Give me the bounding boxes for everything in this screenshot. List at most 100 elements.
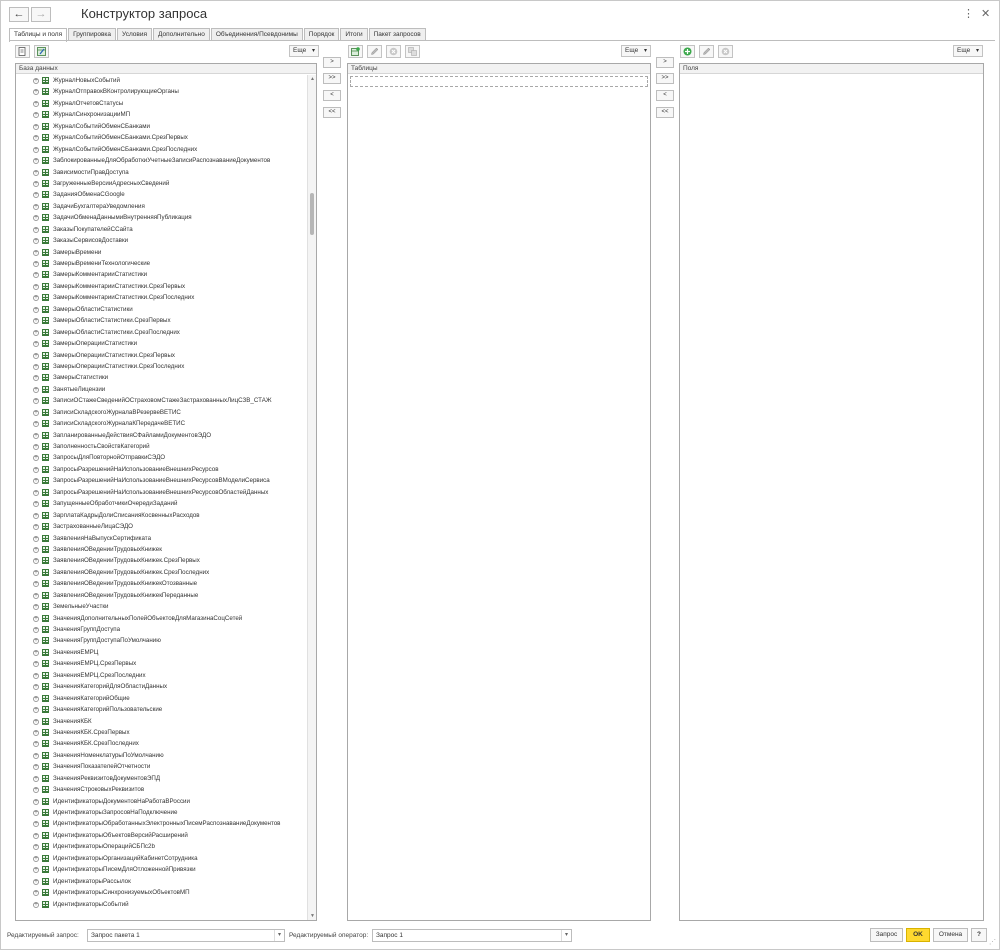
expand-icon[interactable]: + [33,775,39,782]
back-button[interactable]: ← [9,7,29,22]
expand-icon[interactable]: + [33,718,39,725]
tree-row[interactable]: + ЗамерыОбластиСтатистики.СрезПоследних [16,327,306,338]
expand-icon[interactable]: + [33,512,39,519]
close-icon[interactable]: ✕ [981,8,990,20]
expand-icon[interactable]: + [33,203,39,210]
chevron-down-icon[interactable]: ▾ [561,930,571,941]
tree-row[interactable]: + ЗаполненностьСвойствКатегорий [16,441,306,452]
tree-row[interactable]: + ЗамерыВремени [16,247,306,258]
help-button[interactable]: ? [971,928,987,942]
tree-row[interactable]: + ЗначенияКБК.СрезПервых [16,727,306,738]
expand-icon[interactable]: + [33,306,39,313]
tree-row[interactable]: + ЗапросыРазрешенийНаИспользованиеВнешних… [16,487,306,498]
expand-icon[interactable]: + [33,78,39,84]
tree-row[interactable]: + ЗаданияОбменаСGoogle [16,189,306,200]
remove-all-tables-button[interactable]: << [323,107,341,118]
add-all-tables-button[interactable]: >> [323,73,341,84]
expand-icon[interactable]: + [33,169,39,176]
tree-row[interactable]: + ЖурналСобытийОбменСБанками [16,121,306,132]
tree-row[interactable]: + ЗаблокированныеДляОбработкиУчетныеЗапис… [16,155,306,166]
tree-row[interactable]: + ЗапросыРазрешенийНаИспользованиеВнешних… [16,475,306,486]
tree-row[interactable]: + ЗначенияКБК.СрезПоследних [16,738,306,749]
forward-button[interactable]: → [31,7,51,22]
scroll-thumb[interactable] [310,193,314,235]
tree-row[interactable]: + ЗагруженныеВерсииАдресныхСведений [16,178,306,189]
remove-all-fields-button[interactable]: << [656,107,674,118]
tree-row[interactable]: + ЖурналСобытийОбменСБанками.СрезПервых [16,132,306,143]
expand-icon[interactable]: + [33,466,39,473]
expand-icon[interactable]: + [33,604,39,611]
left-scrollbar[interactable]: ▲ ▼ [307,75,316,920]
tree-row[interactable]: + ИдентификаторыОбработанныхЭлектронныхПи… [16,818,306,829]
expand-icon[interactable]: + [33,432,39,439]
expand-icon[interactable]: + [33,832,39,839]
edited-query-select[interactable]: Запрос пакета 1 ▾ [87,929,285,942]
expand-icon[interactable]: + [33,123,39,130]
tree-row[interactable]: + ИдентификаторыОбъектовВерсийРасширений [16,830,306,841]
tree-row[interactable]: + ИдентификаторыЗапросовНаПодключение [16,807,306,818]
expand-icon[interactable]: + [33,329,39,336]
expand-icon[interactable]: + [33,627,39,633]
expand-icon[interactable]: + [33,272,39,279]
tree-row[interactable]: + ЗемельныеУчастки [16,601,306,612]
expand-icon[interactable]: + [33,867,39,874]
tree-row[interactable]: + ЗаявленияОВеденииТрудовыхКнижекПереданн… [16,590,306,601]
add-field-button[interactable]: > [656,57,674,68]
tables-empty-row[interactable] [350,76,648,87]
tree-row[interactable]: + ЗанятыеЛицензии [16,384,306,395]
expand-icon[interactable]: + [33,180,39,187]
tree-row[interactable]: + ЖурналОтчетовСтатусы [16,98,306,109]
tree-row[interactable]: + ЗамерыОбластиСтатистики.СрезПервых [16,315,306,326]
tree-row[interactable]: + ЗначенияКатегорийДляОбластиДанных [16,681,306,692]
tree-row[interactable]: + ЗадачиБухгалтераУведомления [16,201,306,212]
add-table-button[interactable]: > [323,57,341,68]
expand-icon[interactable]: + [33,524,39,531]
tree-row[interactable]: + ЗаявленияОВеденииТрудовыхКнижек [16,544,306,555]
expand-icon[interactable]: + [33,100,39,107]
tree-row[interactable]: + ЗначенияКатегорийПользовательские [16,704,306,715]
expand-icon[interactable]: + [33,421,39,428]
edit-table-button[interactable] [367,45,382,58]
tree-row[interactable]: + ЗначенияСтроковыхРеквизитов [16,784,306,795]
expand-icon[interactable]: + [33,398,39,405]
tree-row[interactable]: + ЗначенияГруппДоступаПоУмолчанию [16,635,306,646]
expand-icon[interactable]: + [33,764,39,771]
tree-row[interactable]: + ЗначенияПоказателейОтчетности [16,761,306,772]
expand-icon[interactable]: + [33,672,39,679]
expand-icon[interactable]: + [33,341,39,348]
add-table-toolbar-button[interactable] [348,45,363,58]
expand-icon[interactable]: + [33,226,39,233]
expand-icon[interactable]: + [33,535,39,542]
ok-button[interactable]: OK [906,928,930,942]
expand-icon[interactable]: + [33,249,39,256]
copy-table-button[interactable] [405,45,420,58]
tree-row[interactable]: + ЖурналНовыхСобытий [16,75,306,86]
cancel-button[interactable]: Отмена [933,928,968,942]
edit-field-button[interactable] [699,45,714,58]
expand-icon[interactable]: + [33,409,39,416]
tree-row[interactable]: + ИдентификаторыОрганизацийКабинетСотрудн… [16,853,306,864]
expand-icon[interactable]: + [33,352,39,359]
expand-icon[interactable]: + [33,295,39,302]
tree-row[interactable]: + ЗапросыРазрешенийНаИспользованиеВнешних… [16,464,306,475]
delete-field-button[interactable] [718,45,733,58]
expand-icon[interactable]: + [33,261,39,267]
tree-row[interactable]: + ЗамерыОперацииСтатистики.СрезПоследних [16,361,306,372]
create-temp-table-button[interactable] [34,45,49,58]
query-text-button[interactable] [15,45,30,58]
tree-row[interactable]: + ЗаявленияНаВыпускСертификата [16,533,306,544]
tree-row[interactable]: + ЗначенияРеквизитовДокументовЭПД [16,773,306,784]
tree-row[interactable]: + ЗначенияДополнительныхПолейОбъектовДляМ… [16,613,306,624]
expand-icon[interactable]: + [33,569,39,576]
expand-icon[interactable]: + [33,363,39,370]
expand-icon[interactable]: + [33,787,39,794]
tree-row[interactable]: + ЗначенияГруппДоступа [16,624,306,635]
tree-row[interactable]: + ЗарплатаКадрыДолиСписанияКосвенныхРасхо… [16,510,306,521]
tree-row[interactable]: + ЗамерыОперацииСтатистики [16,338,306,349]
more-vertical-icon[interactable]: ⋮ [963,8,974,20]
tree-row[interactable]: + ЗаписиСкладскогоЖурналаКПередачеВЕТИС [16,418,306,429]
expand-icon[interactable]: + [33,707,39,714]
tree-row[interactable]: + ИдентификаторыОперацийСБПс2b [16,841,306,852]
remove-table-button[interactable]: < [323,90,341,101]
tree-row[interactable]: + ЗаписиОСтажеСведенийОСтраховомСтажеЗаст… [16,395,306,406]
